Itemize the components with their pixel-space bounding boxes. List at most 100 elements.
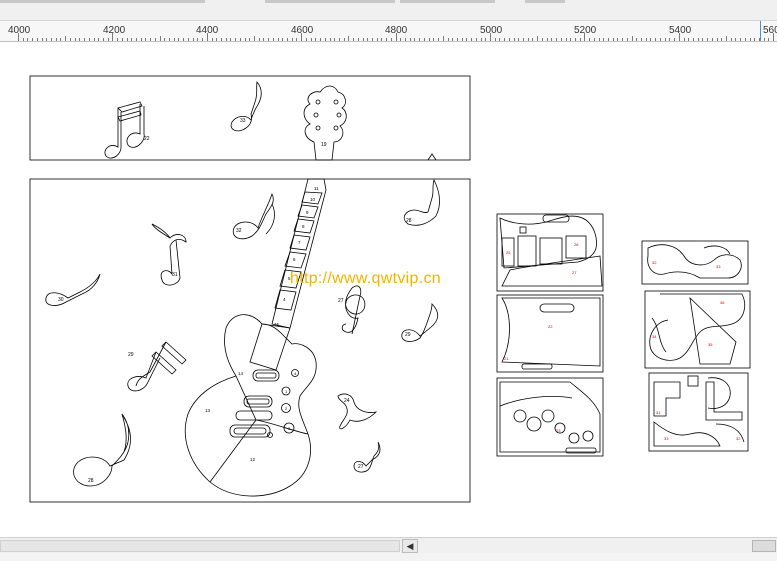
ruler-tick — [287, 38, 289, 41]
ruler-tick — [254, 36, 255, 41]
sheet-group-1b[interactable] — [496, 294, 604, 373]
piece-label: 28 — [406, 218, 412, 224]
ruler-tick — [291, 38, 293, 41]
ruler-tick — [117, 38, 119, 41]
ruler-tick — [579, 38, 581, 41]
drawing-canvas[interactable]: 22 33 19 11 10 9 8 7 6 5 4 14 15 13 12 1… — [0, 42, 777, 537]
fret-label: 11 — [314, 186, 319, 191]
ruler-tick — [527, 38, 529, 41]
sheet-main[interactable] — [29, 178, 471, 503]
note-piece-large[interactable] — [73, 413, 131, 487]
ruler-tick — [320, 38, 322, 41]
ruler-tick — [244, 38, 246, 41]
ruler-tick — [140, 38, 142, 41]
ruler-tick — [508, 38, 510, 41]
ruler-tick — [414, 38, 416, 41]
horizontal-ruler[interactable]: 4000 4200 4400 4600 4800 5000 5200 5400 … — [0, 21, 777, 42]
ruler-tick — [93, 38, 95, 41]
ruler-tick — [744, 38, 746, 41]
knob-label: 1 — [285, 389, 288, 394]
ruler-tick — [230, 38, 232, 41]
ruler-tick — [405, 38, 407, 41]
part-label: 31 — [656, 410, 661, 415]
scroll-left-arrow-icon[interactable]: ◀ — [402, 539, 418, 553]
ruler-tick — [655, 38, 657, 41]
ruler-tick — [485, 38, 487, 41]
ruler-tick — [759, 38, 761, 41]
ruler-tick — [334, 38, 336, 41]
scrollbar-track[interactable] — [0, 540, 400, 552]
ruler-tick — [589, 38, 591, 41]
cutting-layout: 22 33 19 11 10 9 8 7 6 5 4 14 15 13 12 1… — [29, 75, 751, 503]
part-label: 32 — [652, 260, 657, 265]
part-cluster[interactable] — [499, 214, 603, 287]
ruler-tick — [513, 38, 515, 41]
ruler-tick — [235, 38, 237, 41]
ruler-tick — [305, 38, 307, 41]
ruler-tick — [669, 38, 671, 41]
ruler-tick — [754, 38, 756, 41]
part-cluster[interactable] — [649, 293, 746, 365]
scrollbar-thumb[interactable] — [752, 540, 776, 552]
piece-label: 27 — [338, 298, 344, 304]
ruler-tick — [773, 33, 775, 41]
ruler-tick — [206, 33, 208, 41]
sheet-top[interactable] — [29, 75, 471, 161]
sheet-group-1c[interactable] — [496, 377, 604, 457]
top-toolbar — [0, 0, 777, 21]
note-piece[interactable] — [151, 223, 187, 286]
ruler-tick — [372, 38, 373, 41]
ruler-tick — [461, 38, 463, 41]
ruler-tick — [480, 38, 482, 41]
piece-label: 31 — [172, 272, 178, 278]
ruler-tick — [490, 33, 491, 41]
ruler-tick — [65, 36, 67, 41]
ruler-tick — [150, 38, 152, 41]
ruler-tick — [136, 38, 137, 41]
piece-label: 29 — [128, 352, 134, 358]
part-label: 26 — [574, 242, 579, 247]
note-piece-double[interactable] — [127, 341, 187, 392]
guitar-neck[interactable] — [271, 178, 327, 329]
piece-label: 28 — [88, 478, 94, 484]
horizontal-scrollbar[interactable]: ◀ — [0, 537, 777, 554]
part-cluster[interactable] — [647, 244, 742, 279]
toolbar-segment — [265, 0, 395, 3]
ruler-tick — [593, 38, 595, 41]
note-piece-beamed[interactable] — [104, 101, 145, 159]
ruler-tick — [32, 38, 34, 41]
body-label: 15 — [274, 322, 280, 327]
ruler-tick — [617, 38, 619, 41]
part-label: 22 — [548, 324, 553, 329]
guitar-headstock[interactable] — [303, 85, 347, 161]
ruler-tick — [60, 38, 62, 41]
note-piece[interactable] — [45, 273, 101, 306]
ruler-tick — [36, 38, 38, 41]
ruler-tick — [173, 38, 175, 41]
ruler-tick — [249, 38, 251, 41]
note-piece-eighth[interactable] — [230, 81, 262, 132]
part-cluster[interactable] — [501, 297, 601, 370]
guitar-body[interactable] — [184, 314, 317, 497]
ruler-tick — [178, 38, 180, 41]
ruler-tick — [612, 38, 614, 41]
ruler-tick — [749, 38, 751, 41]
ruler-tick — [400, 38, 402, 41]
sheet-group-1a[interactable] — [496, 213, 604, 292]
ruler-tick — [551, 38, 553, 41]
ruler-tick — [362, 38, 364, 41]
ruler-tick — [574, 38, 576, 41]
knob-label: 4 — [294, 371, 297, 376]
part-cluster[interactable] — [499, 381, 601, 454]
ruler-tick — [154, 38, 156, 41]
ruler-tick — [202, 38, 204, 41]
ruler-tick — [688, 38, 690, 41]
ruler-tick — [51, 38, 53, 41]
ruler-tick — [268, 38, 270, 41]
ruler-tick — [438, 38, 440, 41]
sheet-group-2b[interactable] — [644, 290, 751, 369]
part-label: 21 — [504, 356, 509, 361]
ruler-tick — [740, 38, 742, 41]
treble-clef-piece[interactable] — [341, 285, 366, 335]
ruler-tick — [537, 36, 539, 41]
